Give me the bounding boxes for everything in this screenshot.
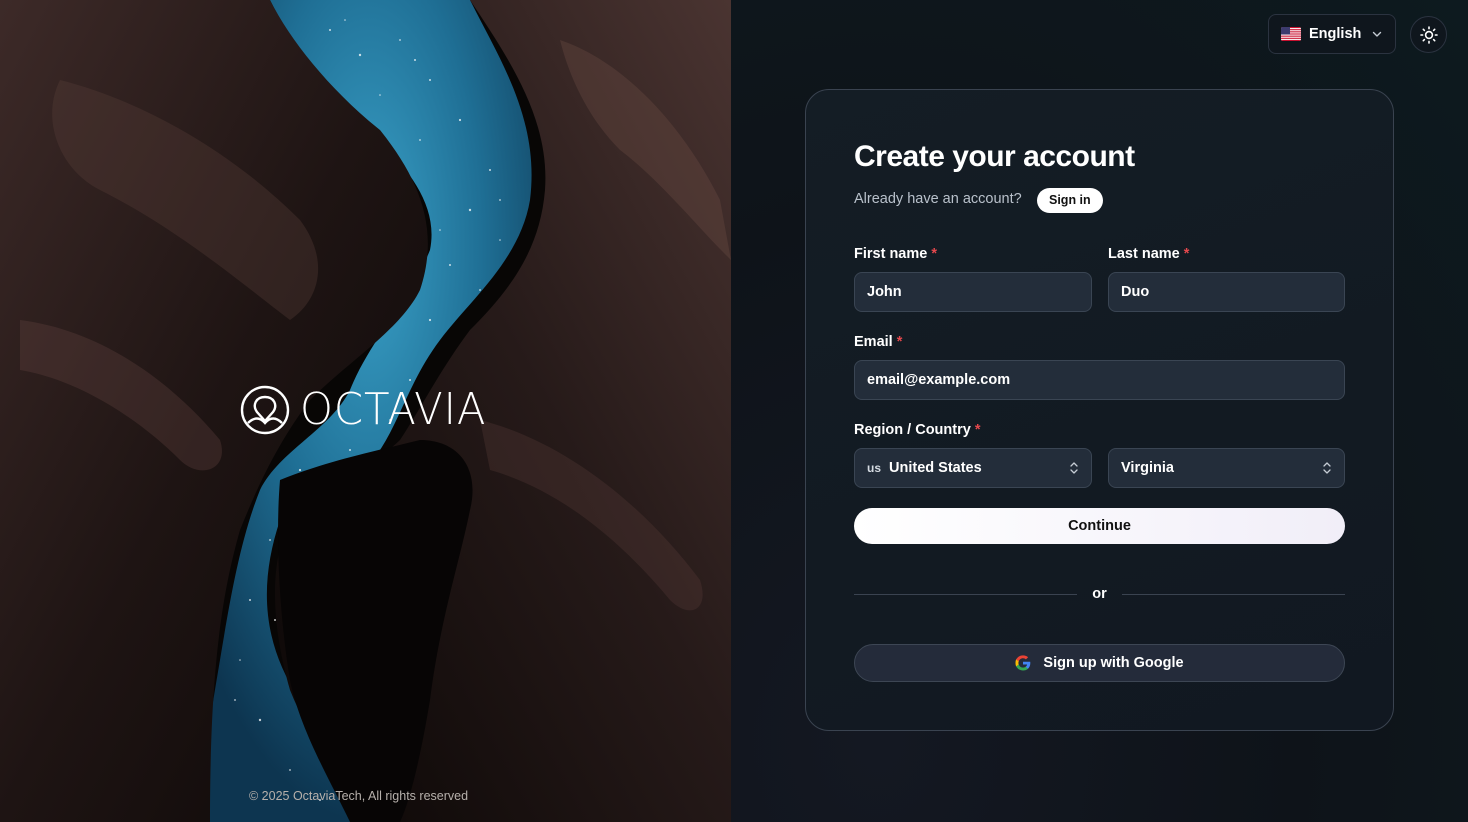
- brand-logo: OCTAVIA: [240, 384, 496, 436]
- continue-button[interactable]: Continue: [854, 508, 1345, 544]
- required-marker: *: [931, 246, 937, 262]
- last-name-label: Last name *: [1108, 246, 1190, 262]
- divider-right: [1122, 594, 1345, 595]
- last-name-input[interactable]: Duo: [1108, 272, 1345, 312]
- hero-panel: OCTAVIA © 2025 OctaviaTech, All rights r…: [0, 0, 731, 822]
- theme-toggle-button[interactable]: [1410, 16, 1447, 53]
- us-flag-icon: [1281, 27, 1301, 41]
- octavia-logo-icon: [240, 385, 290, 435]
- sun-icon: [1419, 25, 1438, 44]
- chevron-up-down-icon: [1323, 462, 1331, 474]
- page-title: Create your account: [854, 140, 1135, 173]
- required-marker: *: [1183, 246, 1190, 262]
- first-name-input[interactable]: John: [854, 272, 1092, 312]
- signup-panel: English Create your account Already have…: [731, 0, 1468, 822]
- country-value: United States: [889, 460, 982, 476]
- google-icon: [1015, 655, 1031, 671]
- state-value: Virginia: [1121, 460, 1174, 476]
- email-input[interactable]: email@example.com: [854, 360, 1345, 400]
- chevron-down-icon: [1372, 31, 1382, 37]
- chevron-up-down-icon: [1070, 462, 1078, 474]
- first-name-label: First name *: [854, 246, 937, 262]
- google-signup-button[interactable]: Sign up with Google: [854, 644, 1345, 682]
- state-select[interactable]: Virginia: [1108, 448, 1345, 488]
- required-marker: *: [974, 422, 981, 438]
- region-country-label: Region / Country *: [854, 422, 981, 438]
- google-signup-label: Sign up with Google: [1043, 655, 1184, 671]
- copyright-text: © 2025 OctaviaTech, All rights reserved: [249, 789, 469, 803]
- email-label: Email *: [854, 334, 903, 350]
- required-marker: *: [896, 334, 903, 350]
- language-selector[interactable]: English: [1268, 14, 1396, 54]
- country-select[interactable]: us United States: [854, 448, 1092, 488]
- brand-name: OCTAVIA: [300, 384, 487, 435]
- already-have-account-text: Already have an account?: [854, 191, 1022, 207]
- signup-card: Create your account Already have an acco…: [805, 89, 1394, 731]
- sign-in-button[interactable]: Sign in: [1037, 188, 1103, 213]
- country-code: us: [867, 461, 882, 475]
- language-label: English: [1309, 26, 1362, 42]
